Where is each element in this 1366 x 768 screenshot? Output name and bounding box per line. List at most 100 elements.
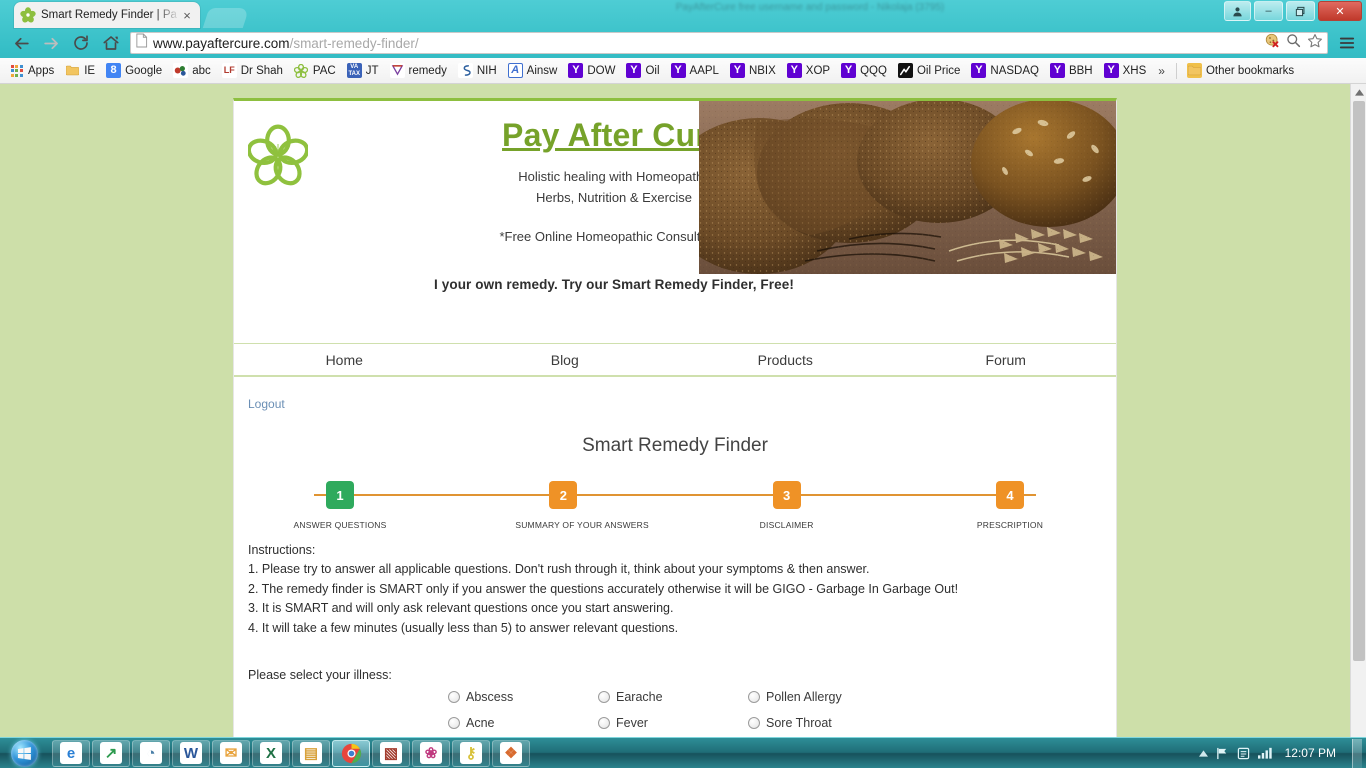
taskbar-green-chart-app[interactable]: ↗ (92, 739, 130, 767)
step-3[interactable]: 3 DISCLAIMER (739, 481, 835, 530)
step-1[interactable]: 1 ANSWER QUESTIONS (292, 481, 388, 530)
bookmark-google[interactable]: 8 Google (101, 61, 167, 80)
radio-button[interactable] (448, 716, 460, 729)
site-nav: Home Blog Products Forum (234, 343, 1116, 377)
illness-option-pollen-allergy[interactable]: Pollen Allergy (748, 690, 908, 704)
bookmark-dow[interactable]: Y DOW (563, 61, 620, 80)
taskbar-dictionary-app[interactable]: ▧ (372, 739, 410, 767)
bookmark-nih[interactable]: NIH (453, 61, 502, 80)
scroll-up-arrow-icon[interactable] (1351, 84, 1366, 101)
flag-icon[interactable] (1216, 747, 1229, 760)
illness-option-label: Earache (616, 689, 663, 704)
hamburger-menu-icon[interactable] (1334, 30, 1360, 56)
scrollbar-thumb[interactable] (1353, 101, 1365, 661)
show-desktop-button[interactable] (1352, 738, 1362, 768)
radio-button[interactable] (448, 690, 460, 703)
taskbar-internet-explorer[interactable]: e (52, 739, 90, 767)
taskbar-yellow-key-app[interactable]: ⚷ (452, 739, 490, 767)
bookmark-ie[interactable]: IE (60, 61, 100, 80)
nav-item-home[interactable]: Home (234, 344, 455, 375)
network-bars-icon[interactable] (1257, 747, 1273, 759)
illness-option-abscess[interactable]: Abscess (448, 690, 598, 704)
radio-button[interactable] (748, 690, 760, 703)
bookmark-abc[interactable]: abc (168, 61, 216, 80)
logout-link[interactable]: Logout (248, 397, 285, 411)
vatax-icon: VA TAX (346, 63, 362, 78)
radio-button[interactable] (598, 690, 610, 703)
bookmarks-overflow-button[interactable]: » (1152, 62, 1171, 80)
instruction-line-2: 2. The remedy finder is SMART only if yo… (248, 581, 959, 596)
paint-app-icon: ❀ (420, 742, 442, 764)
address-bar[interactable]: www.payaftercure.com/smart-remedy-finder… (130, 32, 1328, 54)
yahoo-icon: Y (729, 63, 745, 78)
bookmark-nasdaq[interactable]: Y NASDAQ (966, 61, 1044, 80)
radio-button[interactable] (748, 716, 760, 729)
close-button[interactable]: ✕ (1318, 1, 1362, 21)
step-4[interactable]: 4 PRESCRIPTION (962, 481, 1058, 530)
new-tab-button[interactable] (202, 8, 250, 28)
bookmark-oil[interactable]: Y Oil (621, 61, 664, 80)
bookmark-apps[interactable]: Apps (4, 61, 59, 80)
bookmark-dr-shah[interactable]: LF Dr Shah (217, 61, 288, 80)
bookmark-xop[interactable]: Y XOP (782, 61, 835, 80)
browser-tab[interactable]: Smart Remedy Finder | Pa × (14, 2, 200, 28)
taskbar-colorful-app[interactable]: ❖ (492, 739, 530, 767)
bookmark-remedy[interactable]: remedy (385, 61, 452, 80)
star-icon[interactable] (1307, 33, 1323, 54)
illness-option-acne[interactable]: Acne (448, 716, 598, 730)
taskbar-paint-app[interactable]: ❀ (412, 739, 450, 767)
step-2[interactable]: 2 SUMMARY OF YOUR ANSWERS (515, 481, 649, 530)
illness-option-earache[interactable]: Earache (598, 690, 748, 704)
tray-overflow-icon[interactable] (1198, 749, 1208, 757)
taskbar-clock[interactable]: 12:07 PM (1281, 746, 1340, 760)
reload-icon[interactable] (66, 30, 96, 56)
bookmark-pac[interactable]: PAC (289, 61, 341, 80)
system-tray: 12:07 PM (1198, 738, 1366, 768)
browser-toolbar: www.payaftercure.com/smart-remedy-finder… (0, 28, 1366, 58)
page-scrollbar[interactable] (1350, 84, 1366, 737)
step-number-box: 1 (326, 481, 354, 509)
google-icon: 8 (106, 63, 122, 78)
windows-start-orb-icon[interactable] (0, 738, 48, 768)
forward-arrow-icon[interactable] (36, 30, 66, 56)
close-icon[interactable]: × (180, 9, 194, 22)
maximize-button[interactable] (1286, 1, 1315, 21)
back-arrow-icon[interactable] (6, 30, 36, 56)
yahoo-icon: Y (1049, 63, 1065, 78)
browser-window-frame: PayAfterCure free username and password … (0, 0, 1366, 84)
bookmark-label: BBH (1068, 64, 1093, 77)
nav-item-blog[interactable]: Blog (455, 344, 676, 375)
bookmark-xhs[interactable]: Y XHS (1099, 61, 1152, 80)
nav-item-forum[interactable]: Forum (896, 344, 1117, 375)
home-icon[interactable] (96, 30, 126, 56)
bookmark-oil-price[interactable]: Oil Price (893, 61, 965, 80)
bookmark-jt[interactable]: VA TAX JT (342, 61, 384, 80)
taskbar-wifi-app[interactable]: ◔ (132, 739, 170, 767)
profile-icon[interactable] (1224, 1, 1251, 21)
bookmark-nbix[interactable]: Y NBIX (725, 61, 781, 80)
ainsworth-icon: A (507, 63, 523, 78)
bookmark-ainsw[interactable]: A Ainsw (503, 61, 563, 80)
remedy-icon (389, 63, 405, 78)
taskbar-microsoft-word[interactable]: W (172, 739, 210, 767)
cookie-blocked-icon[interactable] (1265, 33, 1280, 53)
promo-marquee: I your own remedy. Try our Smart Remedy … (434, 277, 794, 292)
taskbar-microsoft-excel[interactable]: X (252, 739, 290, 767)
bookmark-aapl[interactable]: Y AAPL (666, 61, 724, 80)
minimize-button[interactable]: – (1254, 1, 1283, 21)
bookmark-qqq[interactable]: Y QQQ (836, 61, 892, 80)
taskbar-google-chrome[interactable] (332, 739, 370, 767)
zoom-out-icon[interactable] (1286, 33, 1301, 53)
nav-item-products[interactable]: Products (675, 344, 896, 375)
bookmark-bbh[interactable]: Y BBH (1045, 61, 1098, 80)
illness-option-fever[interactable]: Fever (598, 716, 748, 730)
other-bookmarks-folder[interactable]: Other bookmarks (1182, 61, 1299, 80)
action-center-icon[interactable] (1237, 747, 1250, 760)
taskbar-mozilla-thunderbird[interactable]: ✉ (212, 739, 250, 767)
taskbar-windows-explorer[interactable]: ▤ (292, 739, 330, 767)
radio-button[interactable] (598, 716, 610, 729)
nih-icon (457, 63, 473, 78)
illness-option-sore-throat[interactable]: Sore Throat (748, 716, 908, 730)
bookmark-label: Oil Price (916, 64, 961, 77)
progress-stepper: 1 ANSWER QUESTIONS 2 SUMMARY OF YOUR ANSWER… (292, 481, 1058, 535)
